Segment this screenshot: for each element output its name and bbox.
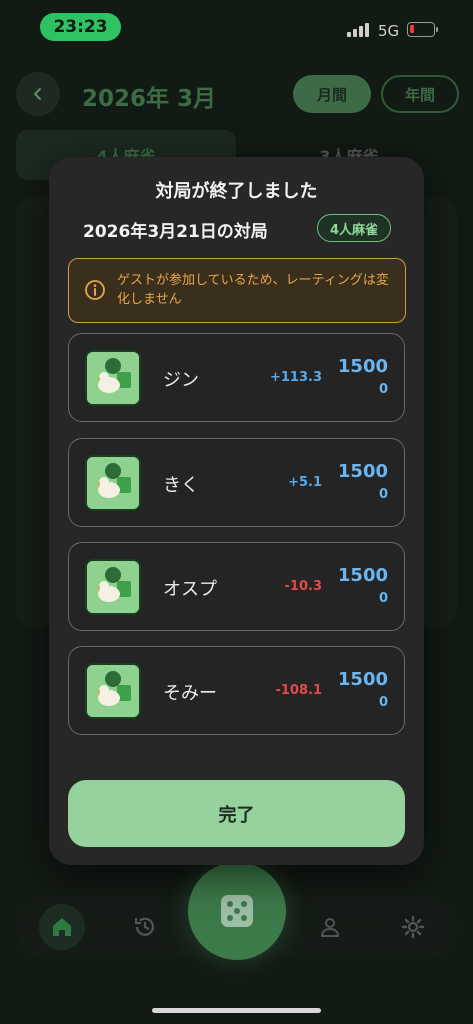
avatar-bird-icon: [85, 455, 141, 511]
home-indicator: [152, 1008, 321, 1013]
settings-icon: [401, 915, 425, 939]
player-rating: 1500: [337, 669, 388, 690]
player-name: きく: [163, 475, 199, 496]
dice-icon: [221, 895, 253, 927]
avatar-bird-icon: [85, 663, 141, 719]
status-bar: 23:23 5G: [0, 0, 473, 56]
player-card: オスプ -10.3 1500 0: [68, 542, 405, 631]
battery-icon: [407, 22, 438, 37]
monthly-toggle[interactable]: 月間: [293, 75, 371, 113]
rating-change: 0: [378, 591, 388, 606]
player-rating: 1500: [337, 565, 388, 586]
player-rating: 1500: [337, 461, 388, 482]
info-icon: [85, 280, 105, 300]
player-name: そみー: [163, 683, 217, 704]
score-delta: +5.1: [288, 475, 322, 490]
profile-icon: [320, 918, 340, 937]
player-card: ジン +113.3 1500 0: [68, 333, 405, 422]
warning-text: ゲストが参加しているため、レーティングは変化しません: [117, 273, 389, 307]
nav-profile[interactable]: [307, 904, 353, 950]
dialog-title: 対局が終了しました: [155, 181, 318, 202]
player-name: ジン: [163, 370, 199, 391]
rating-change: 0: [378, 487, 388, 502]
month-title: 2026年 3月: [82, 86, 217, 112]
nav-history[interactable]: [122, 904, 168, 950]
new-game-button[interactable]: [188, 862, 286, 960]
game-date: 2026年3月21日の対局: [83, 222, 268, 242]
back-button[interactable]: [16, 72, 60, 116]
rating-change: 0: [378, 695, 388, 710]
signal-icon: [347, 23, 371, 37]
network-label: 5G: [378, 22, 400, 40]
player-name: オスプ: [163, 579, 217, 600]
score-delta: +113.3: [269, 370, 322, 385]
mode-badge: 4人麻雀: [317, 214, 391, 242]
player-card: そみー -108.1 1500 0: [68, 646, 405, 735]
avatar-bird-icon: [85, 350, 141, 406]
history-icon: [134, 917, 155, 936]
score-delta: -10.3: [284, 579, 322, 594]
back-icon: [34, 88, 41, 100]
rating-change: 0: [378, 382, 388, 397]
nav-home[interactable]: [39, 904, 85, 950]
player-rating: 1500: [337, 356, 388, 377]
app-header: 2026年 3月 月間 年間: [0, 70, 473, 118]
guest-warning: ゲストが参加しているため、レーティングは変化しません: [68, 258, 406, 323]
nav-settings[interactable]: [390, 904, 436, 950]
player-card: きく +5.1 1500 0: [68, 438, 405, 527]
status-time: 23:23: [40, 13, 121, 41]
score-delta: -108.1: [275, 683, 322, 698]
done-button[interactable]: 完了: [68, 780, 405, 847]
avatar-bird-icon: [85, 559, 141, 615]
yearly-toggle[interactable]: 年間: [381, 75, 459, 113]
home-icon: [53, 918, 71, 936]
game-finished-dialog: 対局が終了しました 2026年3月21日の対局 4人麻雀 ゲストが参加しているた…: [49, 157, 424, 865]
